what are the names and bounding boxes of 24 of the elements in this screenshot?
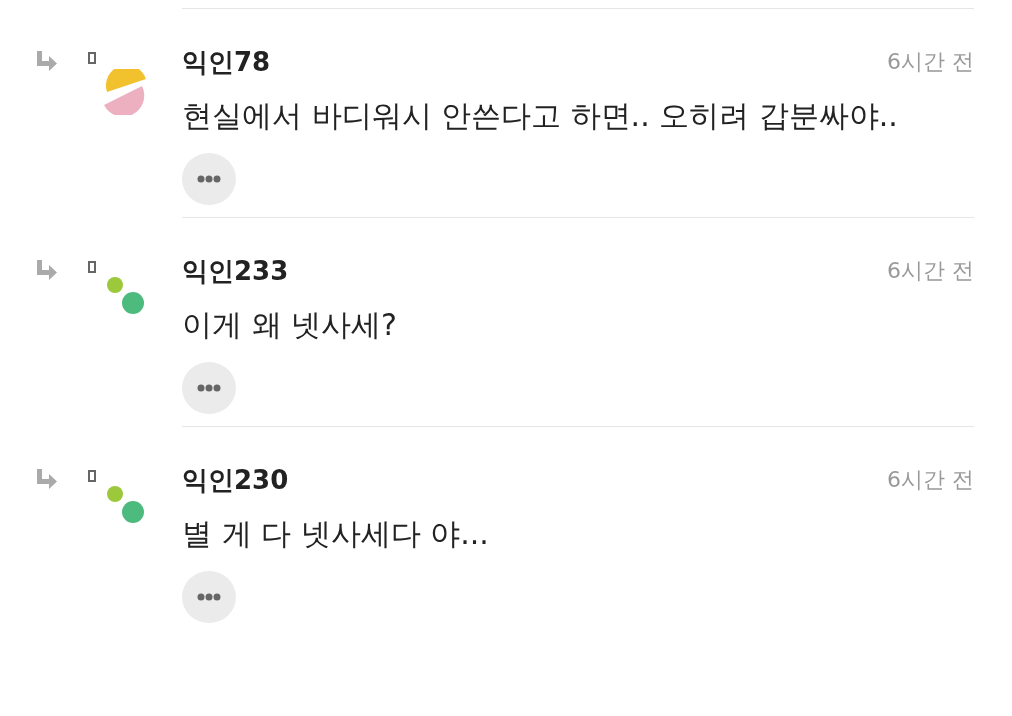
timestamp: 6시간 전 bbox=[887, 466, 974, 494]
more-button[interactable] bbox=[182, 571, 236, 623]
more-icon bbox=[197, 593, 221, 601]
reply-arrow-icon bbox=[35, 469, 57, 489]
more-button[interactable] bbox=[182, 362, 236, 414]
timestamp: 6시간 전 bbox=[887, 48, 974, 76]
placeholder-glyph-icon bbox=[88, 470, 96, 482]
author-name: 익인78 bbox=[182, 46, 271, 79]
comment-text: 별 게 다 넷사세다 야... bbox=[182, 515, 490, 553]
more-icon bbox=[197, 384, 221, 392]
comment-text: 현실에서 바디워시 안쓴다고 하면.. 오히려 갑분싸야.. bbox=[182, 97, 899, 135]
avatar-icon bbox=[106, 276, 146, 316]
placeholder-glyph-icon bbox=[88, 261, 96, 273]
avatar-icon bbox=[102, 69, 148, 115]
placeholder-glyph-icon bbox=[88, 52, 96, 64]
author-name: 익인233 bbox=[182, 255, 289, 288]
reply-arrow-icon bbox=[35, 51, 57, 71]
avatar-icon bbox=[106, 485, 146, 525]
more-icon bbox=[197, 175, 221, 183]
comment-text: 이게 왜 넷사세? bbox=[182, 306, 398, 344]
author-name: 익인230 bbox=[182, 464, 289, 497]
reply-arrow-icon bbox=[35, 260, 57, 280]
more-button[interactable] bbox=[182, 153, 236, 205]
timestamp: 6시간 전 bbox=[887, 257, 974, 285]
